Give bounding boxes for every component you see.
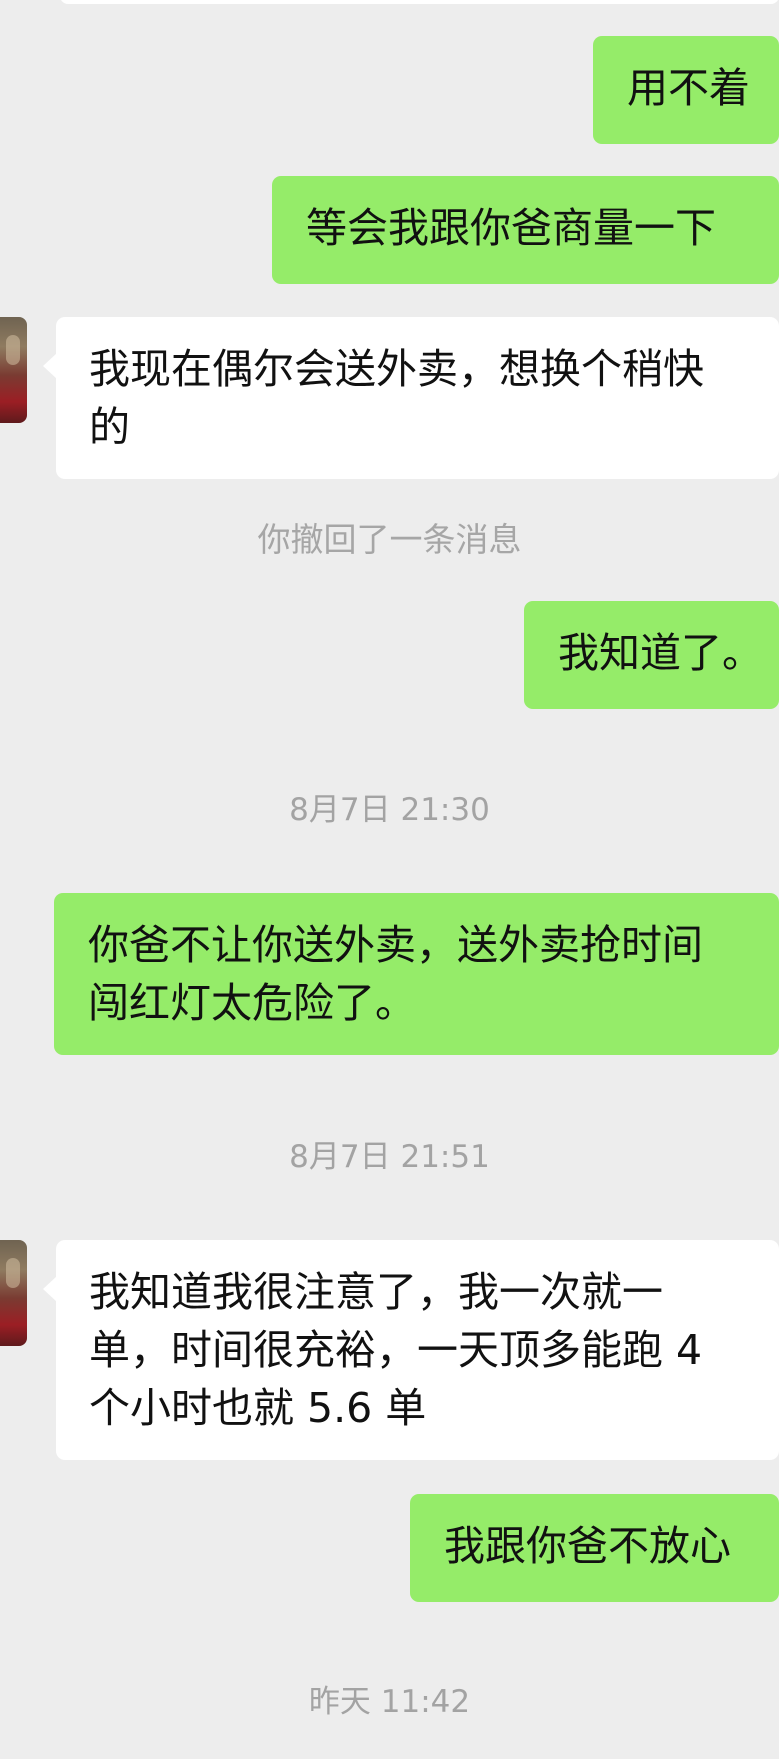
message-text-line: 我知道我很注意了，我一次就一: [89, 1268, 663, 1316]
outgoing-message-bubble[interactable]: 用不着: [593, 36, 779, 144]
message-text-line: 的: [89, 403, 130, 451]
incoming-message-bubble[interactable]: 我知道我很注意了，我一次就一 单，时间很充裕，一天顶多能跑 4 个小时也就 5.…: [43, 1240, 779, 1460]
message-text-line: 单，时间很充裕，一天顶多能跑 4: [89, 1326, 703, 1374]
outgoing-message-bubble[interactable]: 等会我跟你爸商量一下: [272, 176, 779, 284]
message-text-line: 我现在偶尔会送外卖，想换个稍快: [89, 345, 704, 393]
outgoing-message-bubble[interactable]: 我跟你爸不放心: [410, 1494, 779, 1602]
message-text-line: 个小时也就 5.6 单: [89, 1384, 427, 1432]
message-text: 我知道了。: [558, 629, 763, 677]
message-text: 等会我跟你爸商量一下: [306, 204, 716, 252]
message-text: 用不着: [627, 64, 750, 112]
previous-message-bubble[interactable]: [60, 0, 779, 4]
chat-message-list[interactable]: 用不着 等会我跟你爸商量一下 我现在偶尔会送外卖，想换个稍快 的 你撤回了一条消…: [0, 0, 779, 1759]
message-timestamp: 8月7日 21:51: [289, 1139, 490, 1175]
contact-avatar[interactable]: [0, 317, 27, 423]
contact-avatar[interactable]: [0, 1240, 27, 1346]
message-timestamp: 昨天 11:42: [308, 1684, 471, 1720]
outgoing-message-bubble[interactable]: 我知道了。: [524, 601, 779, 709]
message-text-line: 闯红灯太危险了。: [88, 979, 416, 1027]
message-text-line: 你爸不让你送外卖，送外卖抢时间: [88, 921, 703, 969]
recall-notice: 你撤回了一条消息: [257, 520, 522, 559]
incoming-message-bubble[interactable]: 我现在偶尔会送外卖，想换个稍快 的: [43, 317, 779, 479]
message-text: 我跟你爸不放心: [444, 1522, 731, 1570]
outgoing-message-bubble[interactable]: 你爸不让你送外卖，送外卖抢时间 闯红灯太危险了。: [54, 893, 779, 1055]
message-timestamp: 8月7日 21:30: [289, 792, 490, 828]
